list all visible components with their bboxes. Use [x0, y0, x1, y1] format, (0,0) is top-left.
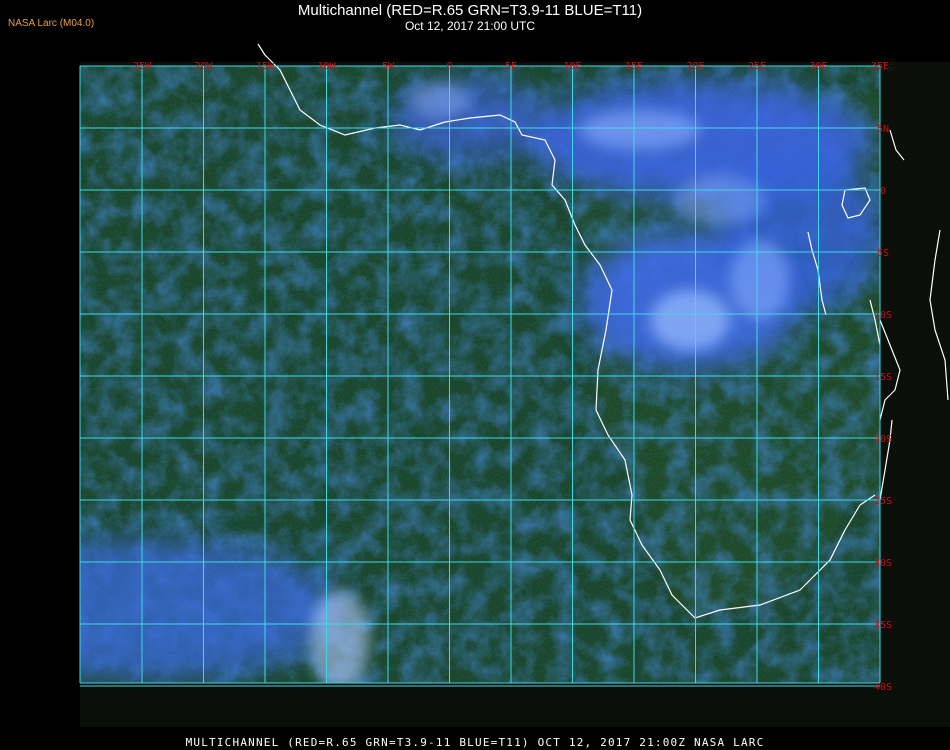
latitude-label: 40S [874, 682, 892, 693]
lake-turkana [889, 129, 905, 161]
latitude-label: 15S [874, 372, 892, 383]
latitude-label: 30S [874, 558, 892, 569]
footer-caption: MULTICHANNEL (RED=R.65 GRN=T3.9-11 BLUE=… [185, 736, 765, 749]
longitude-label: 30E [809, 61, 827, 72]
longitude-label: 10E [563, 61, 581, 72]
latitude-label: 35S [874, 620, 892, 631]
coastline-mozambique [879, 419, 893, 501]
imagery-layer [80, 66, 880, 683]
longitude-label: 25W [133, 61, 152, 72]
latitude-label: 5S [877, 248, 889, 259]
longitude-label: 25E [748, 61, 766, 72]
latitude-label: 10S [874, 310, 892, 321]
latitude-label: 5N [877, 124, 889, 135]
longitude-label: 15E [625, 61, 643, 72]
latitude-label: 0 [880, 186, 886, 197]
latitude-label: 20S [874, 434, 892, 445]
longitude-label: 5E [505, 61, 517, 72]
longitude-label: 10W [317, 61, 336, 72]
satellite-map: 25W 20W 15W 10W 5W 0 5E 10E 15E 20E 25E 30E 35E 5N 0 5… [79, 43, 949, 693]
longitude-label: 15W [256, 61, 275, 72]
coastline-east-edge [929, 229, 949, 401]
longitude-label: 0 [446, 61, 452, 72]
cloud-texture [80, 66, 880, 683]
longitude-label: 20E [686, 61, 704, 72]
latitude-label: 25S [874, 496, 892, 507]
coastline-east-africa [879, 319, 901, 421]
longitude-label: 20W [194, 61, 213, 72]
longitude-label: 35E [871, 61, 889, 72]
longitude-label: 5W [382, 61, 395, 72]
